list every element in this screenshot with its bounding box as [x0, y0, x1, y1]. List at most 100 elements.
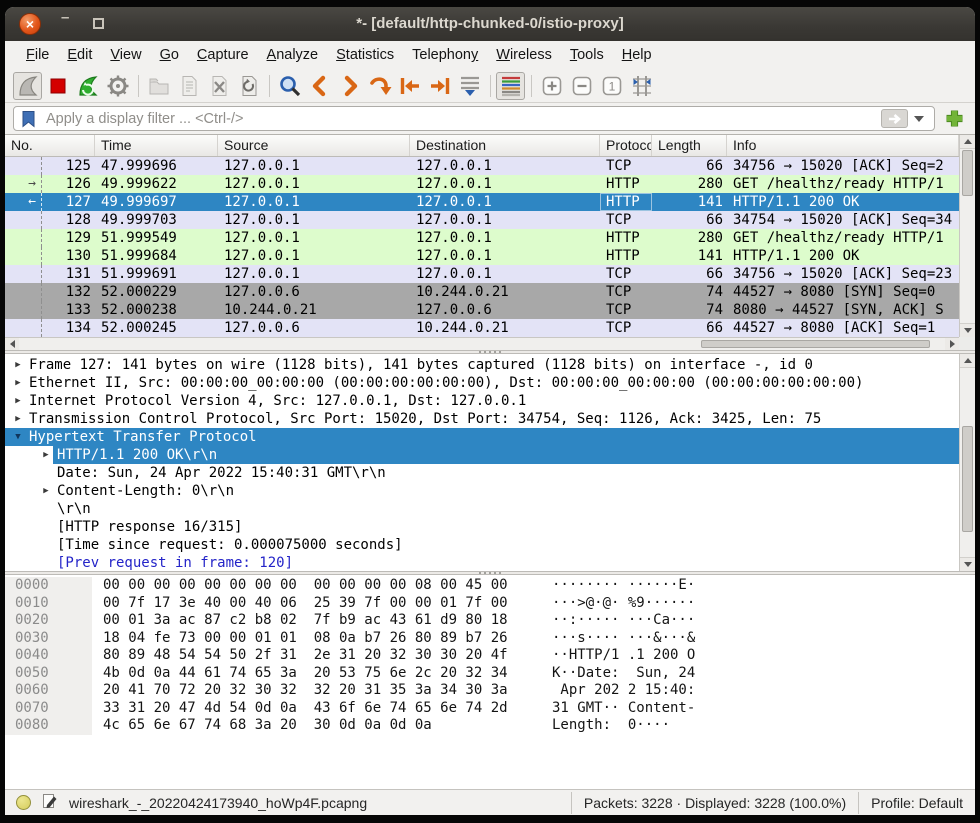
detail-row-9[interactable]: [HTTP response 16/315] — [5, 518, 959, 536]
capture-options-button[interactable] — [103, 72, 132, 100]
scroll-left-arrow[interactable] — [5, 338, 19, 350]
menu-go[interactable]: Go — [151, 43, 188, 67]
detail-row-4[interactable]: ▼Hypertext Transfer Protocol — [5, 428, 959, 446]
go-last-button[interactable] — [425, 72, 454, 100]
capture-stop-button[interactable] — [43, 72, 72, 100]
packet-row-131[interactable]: 13151.999691127.0.0.1127.0.0.1TCP6634756… — [5, 265, 959, 283]
go-back-button[interactable] — [305, 72, 334, 100]
filter-dropdown-caret[interactable] — [914, 116, 924, 122]
hex-row-0000[interactable]: 000000 00 00 00 00 00 00 00 00 00 00 00 … — [5, 577, 695, 595]
details-vertical-scrollbar[interactable] — [959, 354, 975, 571]
apply-filter-button[interactable] — [881, 109, 908, 128]
hex-row-0060[interactable]: 006020 41 70 72 20 32 30 32 32 20 31 35 … — [5, 682, 695, 700]
hex-row-0080[interactable]: 00804c 65 6e 67 74 68 3a 20 30 0d 0a 0d … — [5, 717, 695, 735]
collapsed-arrow-icon[interactable]: ▶ — [39, 486, 53, 496]
packet-list-horizontal-scrollbar[interactable] — [5, 337, 959, 350]
detail-row-7[interactable]: ▶Content-Length: 0\r\n — [5, 482, 959, 500]
save-file-button[interactable] — [174, 72, 203, 100]
reload-file-button[interactable] — [234, 72, 263, 100]
detail-row-10[interactable]: [Time since request: 0.000075000 seconds… — [5, 536, 959, 554]
menu-help[interactable]: Help — [613, 43, 661, 67]
menu-capture[interactable]: Capture — [188, 43, 258, 67]
detail-row-6[interactable]: Date: Sun, 24 Apr 2022 15:40:31 GMT\r\n — [5, 464, 959, 482]
zoom-original-button[interactable]: 1 — [597, 72, 626, 100]
packet-row-130[interactable]: 13051.999684127.0.0.1127.0.0.1HTTP141HTT… — [5, 247, 959, 265]
menu-view[interactable]: View — [101, 43, 150, 67]
zoom-in-button[interactable] — [537, 72, 566, 100]
hex-row-0020[interactable]: 002000 01 3a ac 87 c2 b8 02 7f b9 ac 43 … — [5, 612, 695, 630]
packet-row-126[interactable]: 12649.999622127.0.0.1127.0.0.1HTTP280GET… — [5, 175, 959, 193]
packet-list-header[interactable]: No.TimeSourceDestinationProtocolLengthIn… — [5, 135, 959, 157]
expanded-arrow-icon[interactable]: ▼ — [11, 432, 25, 442]
hex-row-0050[interactable]: 00504b 0d 0a 44 61 74 65 3a 20 53 75 6e … — [5, 665, 695, 683]
column-header-protocol[interactable]: Protocol — [600, 135, 652, 156]
packet-row-125[interactable]: 12547.999696127.0.0.1127.0.0.1TCP6634756… — [5, 157, 959, 175]
collapsed-arrow-icon[interactable]: ▶ — [11, 378, 25, 388]
column-header-time[interactable]: Time — [95, 135, 218, 156]
capture-start-button[interactable] — [13, 72, 42, 100]
hex-row-0040[interactable]: 004080 89 48 54 54 50 2f 31 2e 31 20 32 … — [5, 647, 695, 665]
packet-row-129[interactable]: 12951.999549127.0.0.1127.0.0.1HTTP280GET… — [5, 229, 959, 247]
hex-row-0030[interactable]: 003018 04 fe 73 00 00 01 01 08 0a b7 26 … — [5, 630, 695, 648]
packet-list-vertical-scrollbar[interactable] — [959, 135, 975, 337]
collapsed-arrow-icon[interactable]: ▶ — [39, 450, 53, 460]
add-filter-button[interactable] — [939, 106, 969, 132]
capture-comment-icon[interactable] — [42, 793, 58, 813]
detail-row-0[interactable]: ▶Frame 127: 141 bytes on wire (1128 bits… — [5, 356, 959, 374]
scroll-down-arrow[interactable] — [960, 557, 975, 571]
menu-edit[interactable]: Edit — [58, 43, 101, 67]
detail-row-5[interactable]: ▶HTTP/1.1 200 OK\r\n — [5, 446, 959, 464]
column-header-source[interactable]: Source — [218, 135, 410, 156]
menu-tools[interactable]: Tools — [561, 43, 613, 67]
profile-indicator[interactable]: Profile: Default — [858, 792, 975, 814]
detail-row-3[interactable]: ▶Transmission Control Protocol, Src Port… — [5, 410, 959, 428]
menu-statistics[interactable]: Statistics — [327, 43, 403, 67]
collapsed-arrow-icon[interactable]: ▶ — [11, 396, 25, 406]
collapsed-arrow-icon[interactable]: ▶ — [11, 414, 25, 424]
menu-telephony[interactable]: Telephony — [403, 43, 487, 67]
menu-analyze[interactable]: Analyze — [258, 43, 328, 67]
go-to-packet-button[interactable] — [365, 72, 394, 100]
auto-scroll-button[interactable] — [455, 72, 484, 100]
packet-row-127[interactable]: 12749.999697127.0.0.1127.0.0.1HTTP141HTT… — [5, 193, 959, 211]
scrollbar-thumb[interactable] — [962, 150, 973, 196]
detail-row-2[interactable]: ▶Internet Protocol Version 4, Src: 127.0… — [5, 392, 959, 410]
scroll-down-arrow[interactable] — [960, 323, 975, 337]
scroll-up-arrow[interactable] — [960, 135, 975, 149]
hex-row-0070[interactable]: 007033 31 20 47 4d 54 0d 0a 43 6f 6e 74 … — [5, 700, 695, 718]
column-header-destination[interactable]: Destination — [410, 135, 600, 156]
collapsed-arrow-icon[interactable]: ▶ — [11, 360, 25, 370]
packet-list: 12547.999696127.0.0.1127.0.0.1TCP6634756… — [5, 157, 959, 337]
detail-row-1[interactable]: ▶Ethernet II, Src: 00:00:00_00:00:00 (00… — [5, 374, 959, 392]
zoom-out-button[interactable] — [567, 72, 596, 100]
filter-bookmark-icon[interactable] — [20, 110, 37, 133]
display-filter-input[interactable] — [13, 106, 935, 131]
scroll-right-arrow[interactable] — [945, 338, 959, 350]
menu-wireless[interactable]: Wireless — [487, 43, 561, 67]
scroll-up-arrow[interactable] — [960, 354, 975, 368]
packet-row-132[interactable]: 13252.000229127.0.0.610.244.0.21TCP74445… — [5, 283, 959, 301]
find-packet-button[interactable] — [275, 72, 304, 100]
column-header-info[interactable]: Info — [727, 135, 959, 156]
go-forward-button[interactable] — [335, 72, 364, 100]
scrollbar-thumb[interactable] — [962, 426, 973, 532]
resize-columns-button[interactable] — [627, 72, 656, 100]
packet-row-133[interactable]: 13352.00023810.244.0.21127.0.0.6TCP74808… — [5, 301, 959, 319]
colorize-button[interactable] — [496, 72, 525, 100]
len-cell: 141 — [652, 193, 727, 211]
column-header-length[interactable]: Length — [652, 135, 727, 156]
go-first-button[interactable] — [395, 72, 424, 100]
column-header-no[interactable]: No. — [5, 135, 95, 156]
detail-row-8[interactable]: \r\n — [5, 500, 959, 518]
dst-cell: 127.0.0.1 — [410, 157, 600, 175]
packet-row-134[interactable]: 13452.000245127.0.0.610.244.0.21TCP66445… — [5, 319, 959, 337]
hex-row-0010[interactable]: 001000 7f 17 3e 40 00 40 06 25 39 7f 00 … — [5, 595, 695, 613]
expert-info-icon[interactable] — [16, 795, 31, 810]
open-file-button[interactable] — [144, 72, 173, 100]
detail-row-11[interactable]: [Prev request in frame: 120] — [5, 554, 959, 571]
capture-restart-button[interactable] — [73, 72, 102, 100]
close-file-button[interactable] — [204, 72, 233, 100]
packet-row-128[interactable]: 12849.999703127.0.0.1127.0.0.1TCP6634754… — [5, 211, 959, 229]
scrollbar-thumb[interactable] — [701, 340, 930, 348]
menu-file[interactable]: File — [17, 43, 58, 67]
